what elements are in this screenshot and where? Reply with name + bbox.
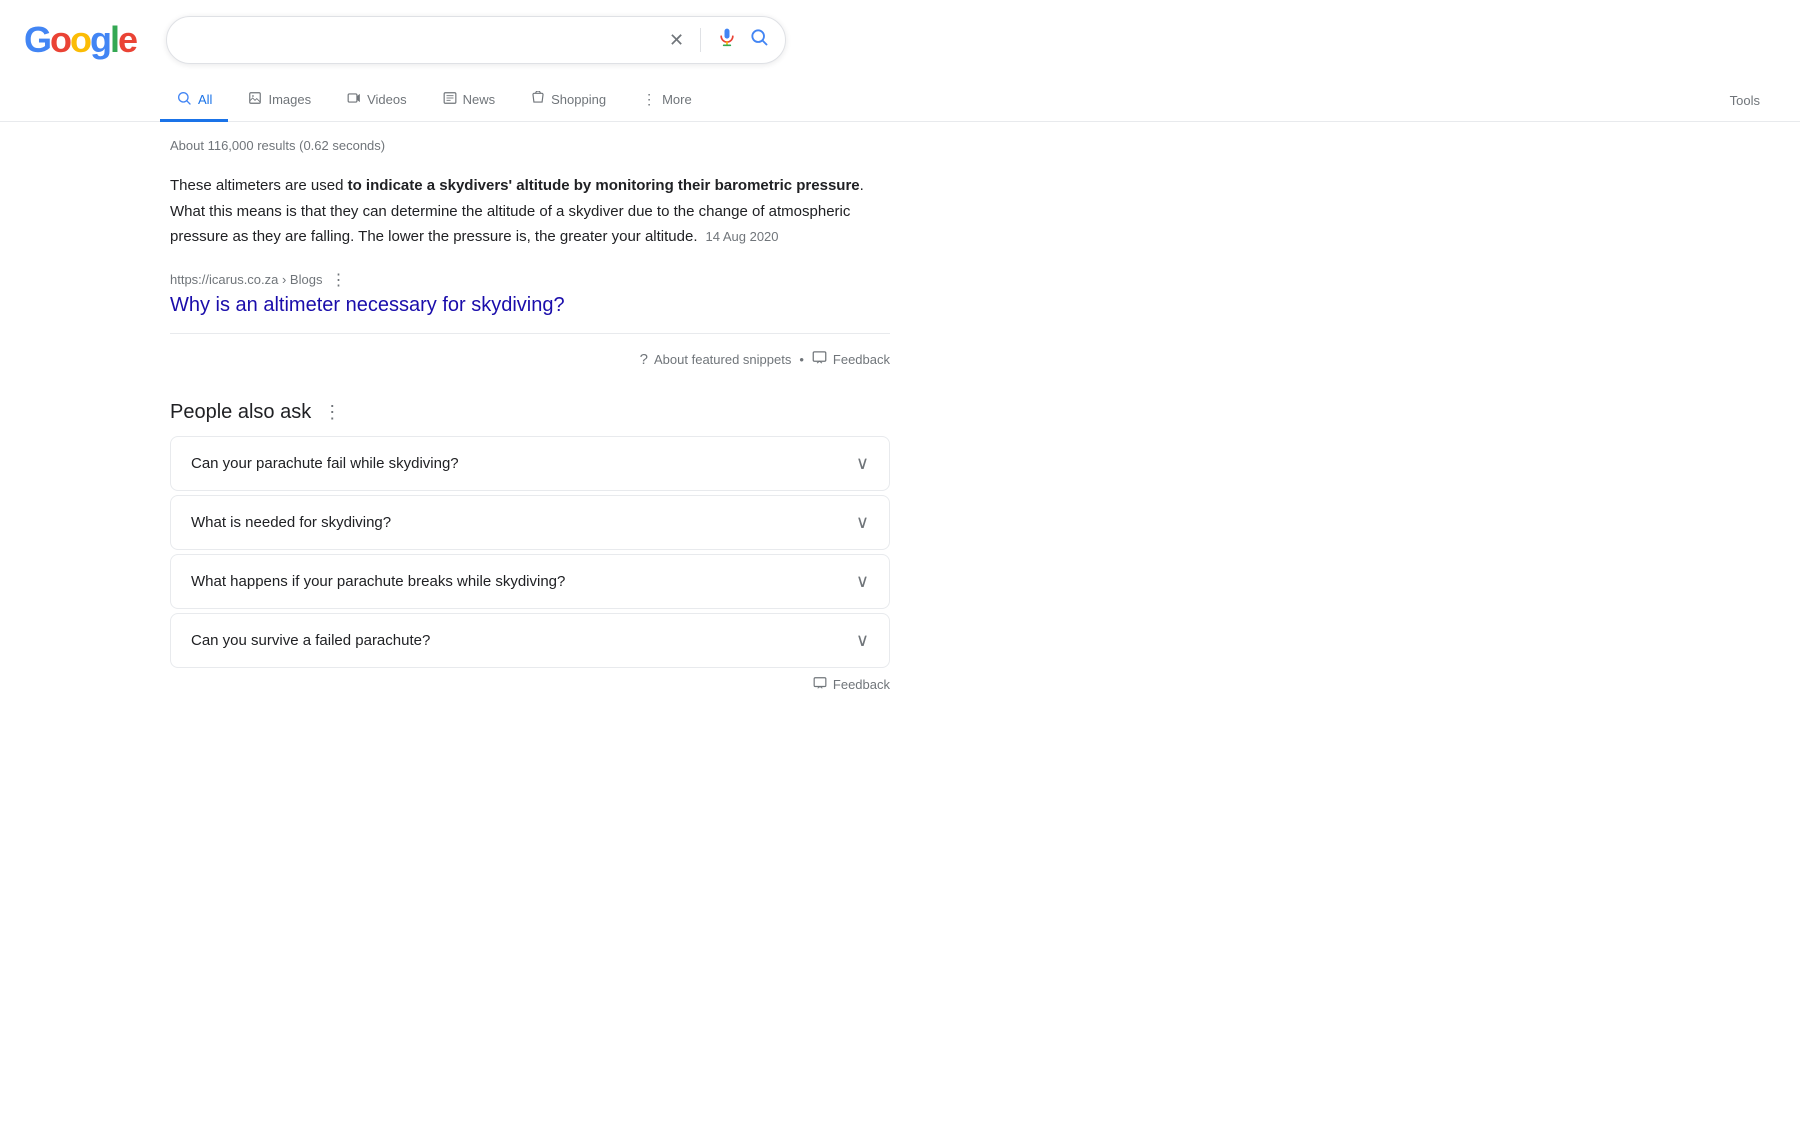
paa-question-1[interactable]: Can your parachute fail while skydiving?… [170,436,890,491]
result-title: Why is an altimeter necessary for skydiv… [170,294,890,317]
divider [700,28,701,52]
tab-shopping[interactable]: Shopping [515,81,622,121]
news-tab-icon [443,91,457,108]
footer-separator: • [799,352,804,367]
paa-question-3[interactable]: What happens if your parachute breaks wh… [170,554,890,609]
snippet-footer: ? About featured snippets • Feedback [170,333,890,369]
header: Google why do you need an altimeter when… [0,0,1800,64]
snippet-feedback-button[interactable]: Feedback [812,350,890,369]
paa-chevron-2-icon: ∨ [856,512,869,533]
paa-question-1-text: Can your parachute fail while skydiving? [191,455,459,472]
shopping-tab-icon [531,91,545,108]
bottom-feedback-button[interactable]: Feedback [813,676,890,693]
bottom-feedback: Feedback [170,676,890,733]
nav-tabs: All Images Videos [0,72,1800,122]
about-snippets-button[interactable]: ? About featured snippets [640,351,792,368]
tab-videos-label: Videos [367,92,407,107]
tab-shopping-label: Shopping [551,92,606,107]
tab-videos[interactable]: Videos [331,81,423,121]
snippet-text-before: These altimeters are used [170,177,348,194]
paa-header: People also ask ⋮ [170,401,890,424]
tab-images-label: Images [268,92,311,107]
images-tab-icon [248,91,262,108]
results-info: About 116,000 results (0.62 seconds) [170,138,926,153]
paa-question-2-text: What is needed for skydiving? [191,514,391,531]
search-input[interactable]: why do you need an altimeter when skydiv… [183,31,657,49]
microphone-icon[interactable] [717,27,737,53]
paa-chevron-3-icon: ∨ [856,571,869,592]
all-tab-icon [176,90,192,109]
search-bar: why do you need an altimeter when skydiv… [166,16,786,64]
tab-images[interactable]: Images [232,81,327,121]
about-snippets-label: About featured snippets [654,352,791,367]
videos-tab-icon [347,91,361,108]
result-title-link[interactable]: Why is an altimeter necessary for skydiv… [170,294,565,316]
more-tab-icon: ⋮ [642,91,656,108]
search-submit-icon[interactable] [749,27,769,53]
source-url: https://icarus.co.za › Blogs ⋮ [170,270,890,290]
tab-more-label: More [662,92,692,107]
tab-all-label: All [198,92,212,107]
paa-question-4[interactable]: Can you survive a failed parachute? ∨ [170,613,890,668]
source-url-text: https://icarus.co.za › Blogs [170,272,322,287]
paa-question-3-text: What happens if your parachute breaks wh… [191,573,565,590]
tab-more[interactable]: ⋮ More [626,81,708,121]
snippet-text-bold: to indicate a skydivers' altitude by mon… [348,177,860,194]
paa-title: People also ask [170,401,311,424]
bottom-feedback-icon [813,676,827,693]
bottom-feedback-label: Feedback [833,677,890,692]
source-options-icon[interactable]: ⋮ [330,270,346,290]
paa-chevron-1-icon: ∨ [856,453,869,474]
tab-news[interactable]: News [427,81,512,121]
feedback-icon [812,350,827,369]
paa-question-4-text: Can you survive a failed parachute? [191,632,430,649]
clear-icon[interactable]: ✕ [669,30,684,51]
main-content: About 116,000 results (0.62 seconds) The… [0,122,950,757]
people-also-ask: People also ask ⋮ Can your parachute fai… [170,401,890,668]
google-logo[interactable]: Google [24,19,136,61]
tab-news-label: News [463,92,496,107]
paa-chevron-4-icon: ∨ [856,630,869,651]
snippet-date: 14 Aug 2020 [706,229,779,244]
snippet-text: These altimeters are used to indicate a … [170,173,890,250]
tools-button[interactable]: Tools [1714,83,1776,118]
paa-question-2[interactable]: What is needed for skydiving? ∨ [170,495,890,550]
tab-all[interactable]: All [160,80,228,122]
question-circle-icon: ? [640,351,648,368]
snippet-feedback-label: Feedback [833,352,890,367]
featured-snippet: These altimeters are used to indicate a … [170,173,890,369]
paa-options-icon[interactable]: ⋮ [323,402,341,423]
